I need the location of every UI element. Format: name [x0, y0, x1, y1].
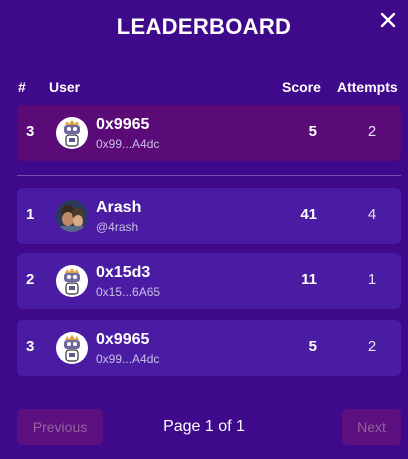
close-icon[interactable]: [378, 10, 398, 30]
rank: 3: [26, 338, 35, 355]
photo-avatar: [56, 200, 88, 232]
table-header: # User Score Attempts: [0, 79, 408, 97]
attempts: 1: [367, 271, 377, 288]
score: 41: [300, 206, 317, 223]
robot-avatar: [56, 117, 88, 149]
robot-avatar: [56, 265, 88, 297]
leaderboard-modal: LEADERBOARD # User Score Attempts 3 0x99…: [0, 0, 408, 459]
attempts: 2: [367, 123, 377, 140]
score: 11: [301, 271, 317, 288]
robot-avatar: [56, 332, 88, 364]
user-handle: 0x99...A4dc: [96, 137, 160, 151]
header-score: Score: [282, 79, 321, 95]
attempts: 2: [367, 338, 377, 355]
rank: 3: [26, 123, 35, 140]
current-user-row: 3 0x9965 0x99...A4dc 5 2: [17, 105, 401, 161]
user-handle: 0x15...6A65: [96, 285, 161, 299]
header-user: User: [49, 79, 81, 95]
modal-title: LEADERBOARD: [116, 14, 292, 39]
user-name: 0x15d3: [96, 264, 151, 281]
divider: [17, 175, 401, 176]
table-row: 1 Arash @4rash 41 4: [17, 188, 401, 244]
rank: 1: [26, 206, 35, 223]
score: 5: [308, 123, 317, 140]
user-handle: @4rash: [96, 220, 139, 234]
user-name: 0x9965: [96, 116, 150, 133]
next-button[interactable]: Next: [342, 409, 401, 445]
user-name: 0x9965: [96, 331, 150, 348]
user-name: Arash: [96, 199, 142, 216]
score: 5: [308, 338, 317, 355]
table-row: 2 0x15d3 0x15...6A65 11 1: [17, 253, 401, 309]
attempts: 4: [367, 206, 377, 223]
user-handle: 0x99...A4dc: [96, 352, 160, 366]
table-row: 3 0x9965 0x99...A4dc 5 2: [17, 320, 401, 376]
header-attempts: Attempts: [337, 79, 398, 95]
rank: 2: [26, 271, 35, 288]
header-rank: #: [18, 79, 26, 95]
